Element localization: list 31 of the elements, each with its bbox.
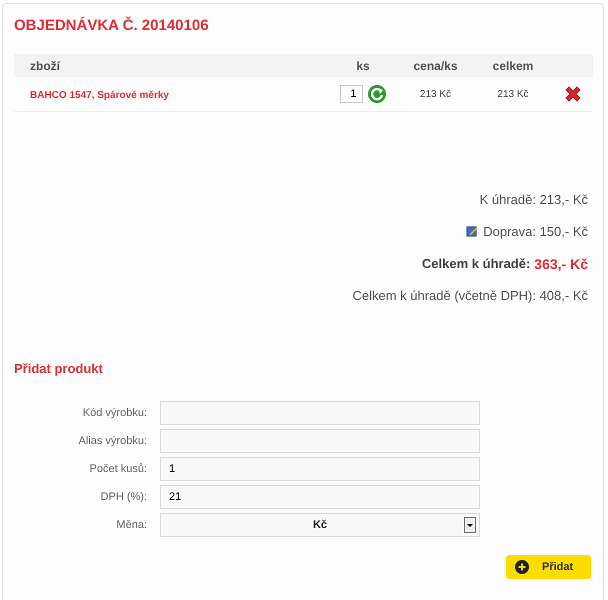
total-label: Celkem k úhradě:: [422, 256, 530, 271]
add-button[interactable]: Přidat: [506, 555, 591, 579]
section-title: Přidat produkt: [14, 361, 104, 376]
input-field[interactable]: [160, 429, 480, 453]
delete-icon[interactable]: [563, 84, 583, 104]
field-label: Alias výrobku:: [78, 435, 147, 447]
column-header: zboží: [29, 58, 62, 72]
table-cell: 213 Kč: [497, 88, 529, 100]
input-field[interactable]: 21: [160, 485, 480, 509]
column-header: celkem: [492, 58, 534, 72]
total-text: Celkem k úhradě (včetně DPH): 408,- Kč: [352, 288, 588, 303]
currency-select[interactable]: Kč: [160, 513, 480, 537]
field-label: Počet kusů:: [88, 463, 147, 475]
total-text: K úhradě: 213,- Kč: [480, 192, 588, 207]
dropdown-icon[interactable]: [464, 517, 476, 533]
order-title: OBJEDNÁVKA Č. 20140106: [14, 16, 210, 36]
field-label: DPH (%):: [100, 491, 147, 503]
field-label: Kód výrobku:: [82, 407, 147, 419]
edit-icon[interactable]: [466, 225, 480, 238]
input-field[interactable]: [160, 401, 480, 425]
quantity-field[interactable]: 1: [340, 85, 362, 103]
column-header: ks: [356, 58, 370, 72]
total-text: Doprava: 150,- Kč: [483, 224, 588, 239]
table-cell: 213 Kč: [420, 88, 452, 100]
field-label: Měna:: [115, 519, 147, 531]
refresh-icon[interactable]: [366, 84, 386, 104]
column-header: cena/ks: [413, 58, 458, 72]
input-field[interactable]: 1: [160, 457, 480, 481]
product-link[interactable]: BAHCO 1547, Spárové měrky: [30, 90, 169, 101]
total-value: 363,- Kč: [534, 256, 588, 272]
plus-icon: [515, 560, 529, 574]
